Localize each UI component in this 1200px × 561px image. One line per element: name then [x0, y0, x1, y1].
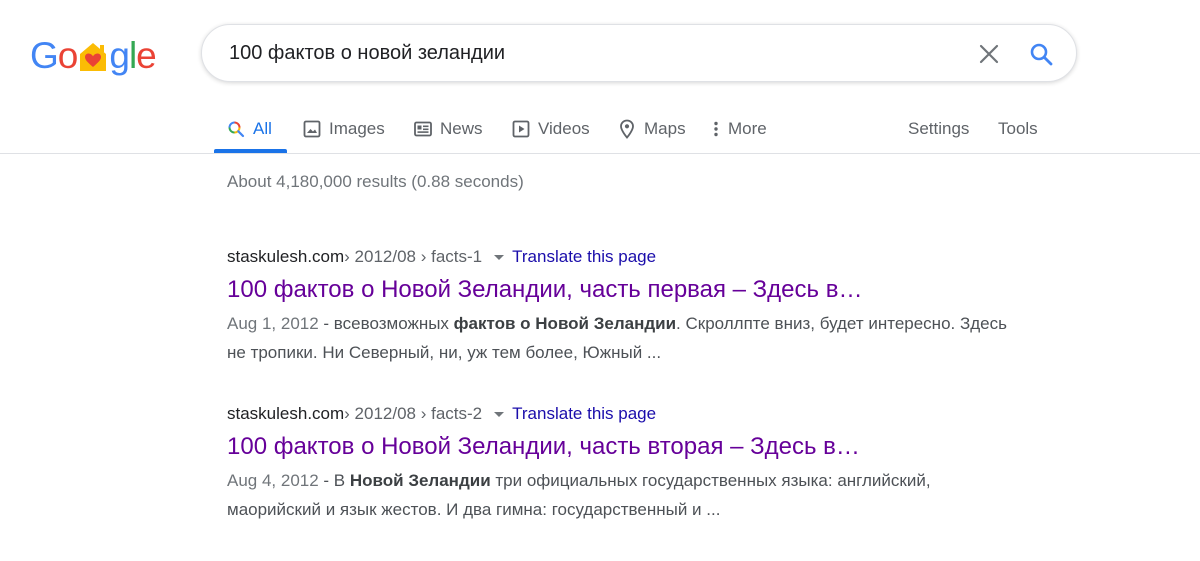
tab-more-label: More [728, 119, 767, 138]
translate-link[interactable]: Translate this page [512, 404, 656, 424]
translate-link[interactable]: Translate this page [512, 247, 656, 267]
result-title-link[interactable]: 100 фактов о Новой Зеландии, часть втора… [227, 430, 1027, 464]
tab-images[interactable]: Images [303, 104, 385, 154]
more-vert-icon [710, 120, 722, 138]
header: G o g l e 100 фактов о новой зеландии Al… [0, 0, 1200, 154]
settings-link[interactable]: Settings [908, 104, 969, 154]
result-domain[interactable]: staskulesh.com [227, 247, 344, 267]
tab-maps-label: Maps [644, 119, 686, 138]
logo-letter-g2: g [109, 35, 130, 76]
snippet-text: - В [318, 471, 350, 490]
tab-images-label: Images [329, 119, 385, 138]
close-icon [979, 44, 999, 64]
tab-all[interactable]: All [227, 104, 272, 154]
chevron-down-icon[interactable] [494, 411, 505, 417]
result-stats: About 4,180,000 results (0.88 seconds) [227, 172, 524, 191]
tab-more[interactable]: More [710, 104, 767, 154]
chevron-down-icon[interactable] [494, 254, 505, 260]
snippet-highlight: фактов о Новой Зеландии [453, 314, 677, 333]
tab-news-label: News [440, 119, 483, 138]
logo-letter-o: o [57, 35, 79, 76]
tab-videos[interactable]: Videos [512, 104, 590, 154]
search-box [201, 24, 1077, 82]
result-breadcrumb: › 2012/08 › facts-2 [344, 404, 483, 423]
tab-news[interactable]: News [414, 104, 483, 154]
clear-search-button[interactable] [973, 38, 1005, 70]
result-breadcrumb: › 2012/08 › facts-1 [344, 247, 483, 266]
search-result: staskulesh.com › 2012/08 › facts-1 Trans… [227, 245, 1027, 367]
snippet-text: - всевозможных [318, 314, 454, 333]
search-tabs: All Images News Videos Maps More Setting… [0, 104, 1200, 154]
tab-videos-label: Videos [538, 119, 590, 138]
video-icon [512, 120, 530, 138]
tab-maps[interactable]: Maps [618, 104, 686, 154]
search-submit-button[interactable] [1023, 36, 1059, 72]
active-tab-indicator [214, 149, 287, 153]
result-snippet: Aug 1, 2012 - всевозможных фактов о Ново… [227, 309, 1007, 367]
map-pin-icon [618, 119, 636, 139]
snippet-highlight: Новой Зеландии [349, 471, 491, 490]
tab-all-label: All [253, 119, 272, 138]
result-url: staskulesh.com › 2012/08 › facts-1 Trans… [227, 245, 1027, 269]
result-date: Aug 4, 2012 [227, 471, 319, 490]
image-icon [303, 120, 321, 138]
house-heart-icon [78, 41, 108, 73]
logo-letter-e: e [136, 35, 157, 76]
result-date: Aug 1, 2012 [227, 314, 319, 333]
google-logo[interactable]: G o g l e [30, 34, 157, 76]
logo-letter-l: l [128, 35, 137, 76]
search-icon [227, 120, 245, 138]
tools-label: Tools [998, 119, 1038, 138]
search-input[interactable] [229, 25, 949, 81]
news-icon [414, 120, 432, 138]
result-domain[interactable]: staskulesh.com [227, 404, 344, 424]
result-snippet: Aug 4, 2012 - В Новой Зеландии три офици… [227, 466, 1007, 524]
search-icon [1030, 43, 1053, 66]
settings-label: Settings [908, 119, 970, 138]
result-title-link[interactable]: 100 фактов о Новой Зеландии, часть перва… [227, 273, 1027, 307]
logo-letter-g: G [30, 35, 59, 76]
tools-link[interactable]: Tools [998, 104, 1038, 154]
result-url: staskulesh.com › 2012/08 › facts-2 Trans… [227, 402, 1027, 426]
search-result: staskulesh.com › 2012/08 › facts-2 Trans… [227, 402, 1027, 524]
